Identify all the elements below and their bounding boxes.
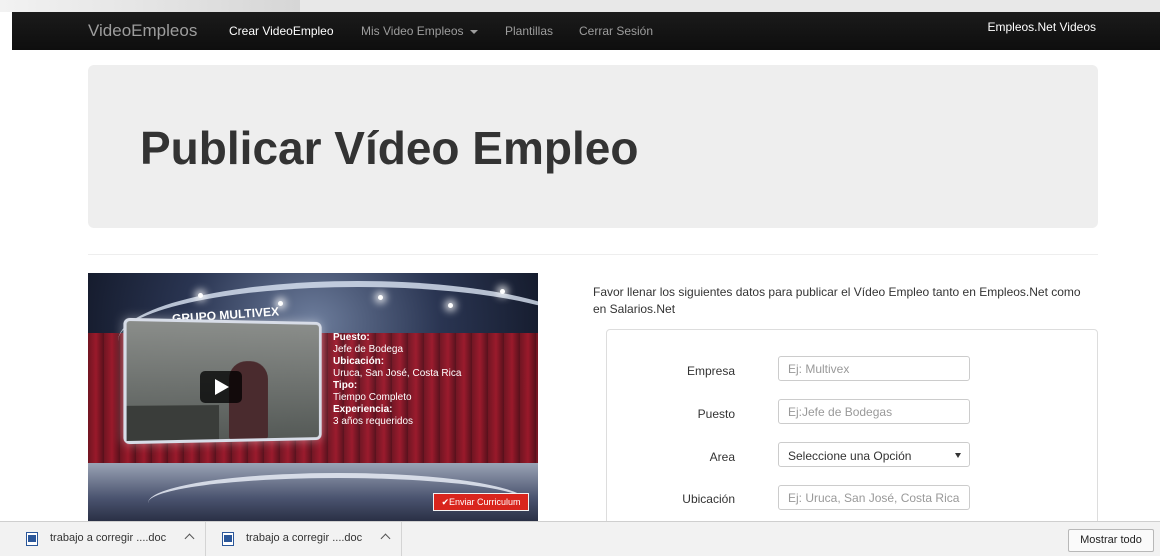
- stage-light-icon: [278, 301, 283, 306]
- area-select[interactable]: Seleccione una Opción: [778, 442, 970, 467]
- enviar-curriculum-button[interactable]: ✔Enviar Curriculum: [433, 493, 529, 511]
- video-info-label: Experiencia:: [333, 404, 393, 415]
- area-select-value: Seleccione una Opción: [788, 449, 912, 463]
- video-info-value: Jefe de Bodega: [333, 344, 404, 355]
- jumbotron: Publicar Vídeo Empleo: [88, 65, 1098, 228]
- caret-down-icon: [469, 29, 478, 34]
- download-file-name: trabajo a corregir ....doc: [246, 532, 363, 544]
- word-doc-icon: [26, 532, 38, 546]
- show-all-downloads-button[interactable]: Mostrar todo: [1068, 529, 1154, 552]
- nav-crear-videoempleo[interactable]: Crear VideoEmpleo: [229, 24, 334, 38]
- stage-light-icon: [198, 293, 203, 298]
- video-info-label: Tipo:: [333, 380, 358, 391]
- download-file-name: trabajo a corregir ....doc: [50, 532, 167, 544]
- nav-plantillas[interactable]: Plantillas: [505, 24, 553, 38]
- ubicacion-label: Ubicación: [682, 492, 735, 506]
- page-title: Publicar Vídeo Empleo: [140, 122, 639, 174]
- nav-cerrar-sesion[interactable]: Cerrar Sesión: [579, 24, 653, 38]
- stage-light-icon: [500, 289, 505, 294]
- form-intro-text: Favor llenar los siguientes datos para p…: [593, 285, 1081, 316]
- puesto-label: Puesto: [697, 407, 735, 421]
- nav-mis-video-empleos-label: Mis Video Empleos: [361, 24, 464, 38]
- download-item[interactable]: trabajo a corregir ....doc: [206, 522, 402, 556]
- select-arrow-icon: [955, 453, 961, 458]
- downloads-bar: trabajo a corregir ....doc trabajo a cor…: [0, 521, 1160, 556]
- chevron-up-icon[interactable]: [184, 533, 195, 544]
- divider: [88, 254, 1098, 255]
- ubicacion-input[interactable]: [778, 485, 970, 510]
- play-icon[interactable]: [200, 371, 242, 403]
- chevron-up-icon[interactable]: [380, 533, 391, 544]
- browser-toolbar-remnant: [0, 0, 300, 12]
- empresa-label: Empresa: [686, 364, 735, 378]
- publish-form-panel: Empresa Puesto Area Seleccione una Opció…: [606, 329, 1098, 529]
- video-info-label: Puesto:: [333, 332, 370, 343]
- nav-empleos-net-videos[interactable]: Empleos.Net Videos: [987, 20, 1096, 34]
- navbar: VideoEmpleos Crear VideoEmpleo Mis Video…: [12, 12, 1160, 50]
- brand-link[interactable]: VideoEmpleos: [88, 21, 197, 41]
- word-doc-icon: [222, 532, 234, 546]
- video-info-value: 3 años requeridos: [333, 416, 414, 427]
- download-item[interactable]: trabajo a corregir ....doc: [10, 522, 206, 556]
- stage-light-icon: [378, 295, 383, 300]
- puesto-input[interactable]: [778, 399, 970, 424]
- video-info-value: Uruca, San José, Costa Rica: [333, 368, 462, 379]
- video-info-label: Ubicación:: [333, 356, 385, 367]
- video-player[interactable]: GRUPO MULTIVEX Puesto: Jefe de Bodega Ub…: [88, 273, 538, 521]
- video-desk: [126, 405, 220, 442]
- video-info-value: Tiempo Completo: [333, 392, 412, 403]
- area-label: Area: [709, 450, 735, 464]
- browser-top-strip: [0, 0, 1160, 12]
- video-job-info: Puesto: Jefe de Bodega Ubicación: Uruca,…: [333, 332, 461, 428]
- empresa-input[interactable]: [778, 356, 970, 381]
- stage-light-icon: [448, 303, 453, 308]
- nav-mis-video-empleos[interactable]: Mis Video Empleos: [361, 24, 478, 38]
